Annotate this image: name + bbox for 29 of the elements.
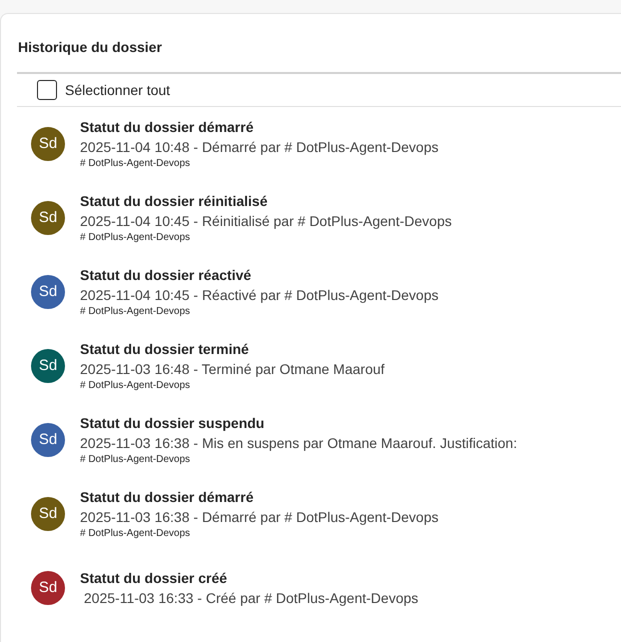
avatar-initials: Sd — [31, 127, 65, 161]
entry-description: 2025-11-03 16:33 - Créé par # DotPlus-Agent-Devops — [82, 588, 418, 608]
entry-description: 2025-11-04 10:48 - Démarré par # DotPlus-Agent-Devops — [80, 138, 438, 157]
entry-description: 2025-11-03 16:38 - Mis en suspens par Otmane Maarouf. Justification: — [80, 434, 518, 453]
entry-description: 2025-11-04 10:45 - Réactivé par # DotPlus-Agent-Devops — [80, 286, 438, 305]
entry-description: 2025-11-03 16:48 - Terminé par Otmane Maarouf — [80, 360, 385, 379]
avatar-initials: Sd — [31, 497, 65, 531]
avatar-initials: Sd — [31, 201, 65, 235]
avatar-initials: Sd — [31, 349, 65, 383]
entry-author: # DotPlus-Agent-Devops — [80, 453, 192, 466]
entry-title: Statut du dossier démarré — [80, 118, 254, 137]
entry-title: Statut du dossier terminé — [80, 340, 250, 359]
entry-title: Statut du dossier démarré — [80, 488, 254, 507]
entry-author: # DotPlus-Agent-Devops — [80, 305, 192, 318]
entry-title: Statut du dossier suspendu — [80, 414, 266, 433]
entry-title: Statut du dossier réinitialisé — [80, 192, 268, 211]
entry-author: # DotPlus-Agent-Devops — [80, 231, 192, 244]
avatar-initials: Sd — [31, 275, 65, 309]
entry-title: Statut du dossier réactivé — [80, 266, 252, 285]
entry-author: # DotPlus-Agent-Devops — [80, 157, 192, 170]
entry-title: Statut du dossier créé — [80, 568, 228, 588]
avatar-initials: Sd — [31, 571, 65, 605]
avatar-initials: Sd — [31, 423, 65, 457]
entry-description: 2025-11-03 16:38 - Démarré par # DotPlus-Agent-Devops — [80, 508, 438, 527]
entry-author: # DotPlus-Agent-Devops — [80, 527, 192, 540]
select-all-checkbox[interactable]: Sélectionner tout — [37, 80, 170, 100]
entry-description: 2025-11-04 10:45 - Réinitialisé par # DotPlus-Agent-Devops — [80, 212, 452, 231]
entry-author: # DotPlus-Agent-Devops — [80, 379, 192, 392]
panel-title: Historique du dossier — [18, 39, 162, 55]
